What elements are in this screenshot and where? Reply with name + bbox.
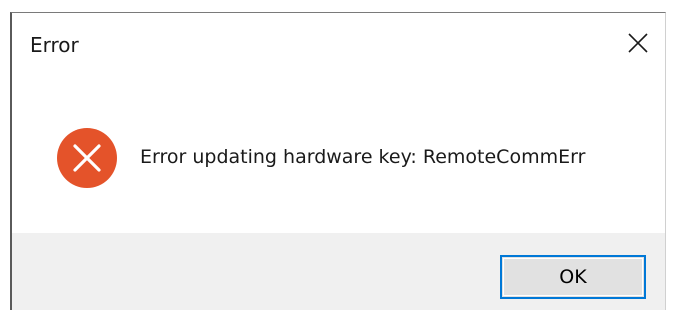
dialog-footer: OK bbox=[12, 233, 665, 310]
title-bar: Error bbox=[12, 13, 665, 75]
error-icon bbox=[57, 128, 117, 188]
error-dialog: Error Error updating hardware key: Remot… bbox=[10, 12, 666, 310]
dialog-content: Error updating hardware key: RemoteCommE… bbox=[12, 75, 665, 233]
dialog-title: Error bbox=[30, 33, 79, 57]
error-message: Error updating hardware key: RemoteCommE… bbox=[140, 146, 586, 168]
close-icon bbox=[628, 33, 648, 53]
ok-button[interactable]: OK bbox=[500, 255, 646, 299]
close-button[interactable] bbox=[615, 23, 661, 63]
